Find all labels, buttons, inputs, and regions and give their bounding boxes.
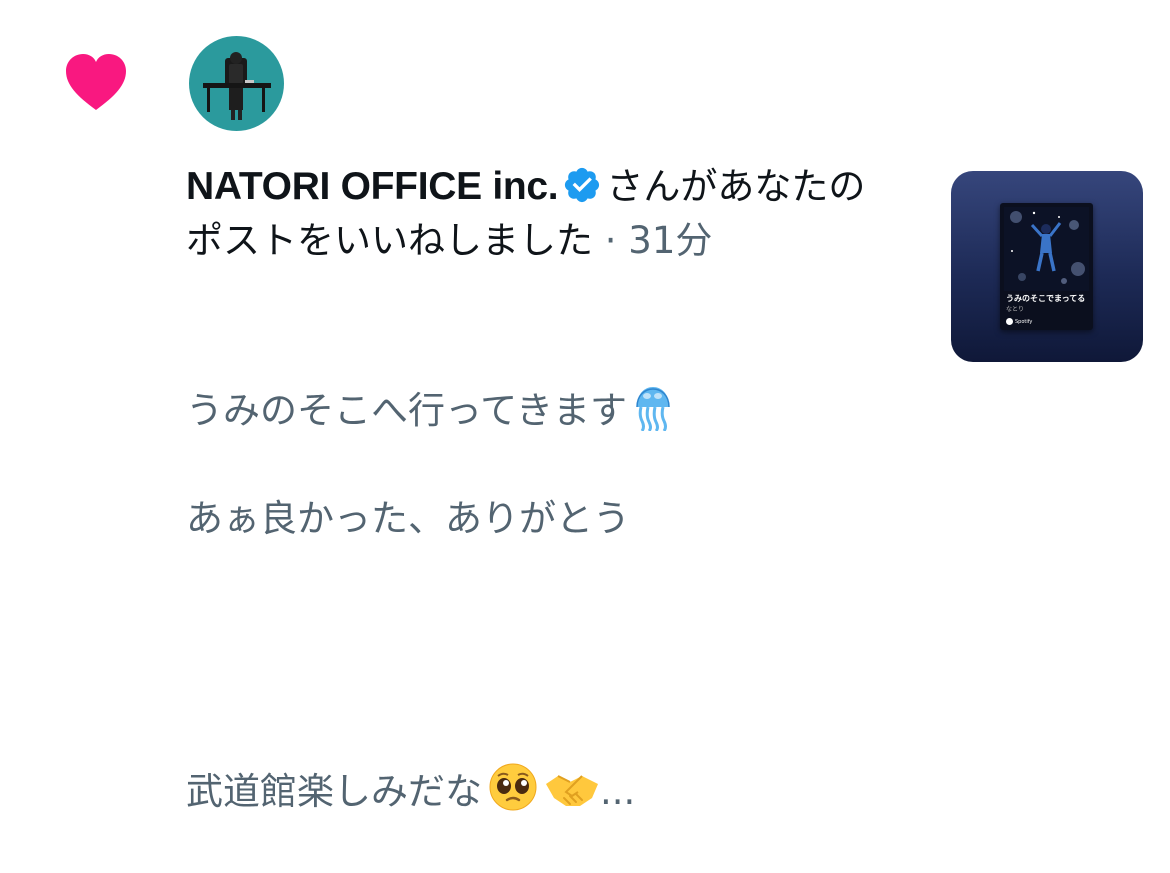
post-ellipsis: ...	[600, 770, 636, 813]
avatar[interactable]	[189, 36, 284, 131]
heart-icon	[66, 54, 126, 110]
post-line-2: あぁ良かった、ありがとう	[186, 497, 630, 540]
timestamp[interactable]: 31分	[628, 219, 712, 262]
spotify-icon	[1006, 318, 1013, 325]
album-art	[1004, 207, 1089, 291]
notification-headline: NATORI OFFICE inc. さんがあなたのポストをいいねしました · …	[186, 160, 886, 268]
post-media-thumbnail[interactable]: うみのそこでまってる なとり Spotify	[951, 171, 1143, 362]
post-line-1: うみのそこへ行ってきます	[186, 330, 886, 438]
avatar-image	[189, 36, 284, 131]
spotify-card: うみのそこでまってる なとり Spotify	[1000, 203, 1093, 330]
notification-content: NATORI OFFICE inc. さんがあなたのポストをいいねしました · …	[186, 160, 886, 873]
handshake-emoji	[546, 775, 598, 806]
post-excerpt[interactable]: うみのそこへ行ってきます あぁ良かった、ありがとう 武道館楽しみだな ...	[186, 276, 886, 873]
like-notification[interactable]: NATORI OFFICE inc. さんがあなたのポストをいいねしました · …	[0, 0, 1170, 813]
jellyfish-emoji	[636, 387, 670, 431]
spotify-brand: Spotify	[1006, 318, 1032, 325]
verified-badge-icon	[565, 167, 600, 203]
song-artist: なとり	[1006, 306, 1025, 313]
post-line-3: 武道館楽しみだな ...	[186, 708, 886, 819]
timestamp-separator: ·	[604, 219, 617, 262]
song-title: うみのそこでまってる	[1006, 294, 1086, 303]
author-name[interactable]: NATORI OFFICE inc.	[186, 165, 559, 208]
pleading-face-emoji	[489, 763, 537, 811]
spotify-label: Spotify	[1015, 318, 1033, 325]
